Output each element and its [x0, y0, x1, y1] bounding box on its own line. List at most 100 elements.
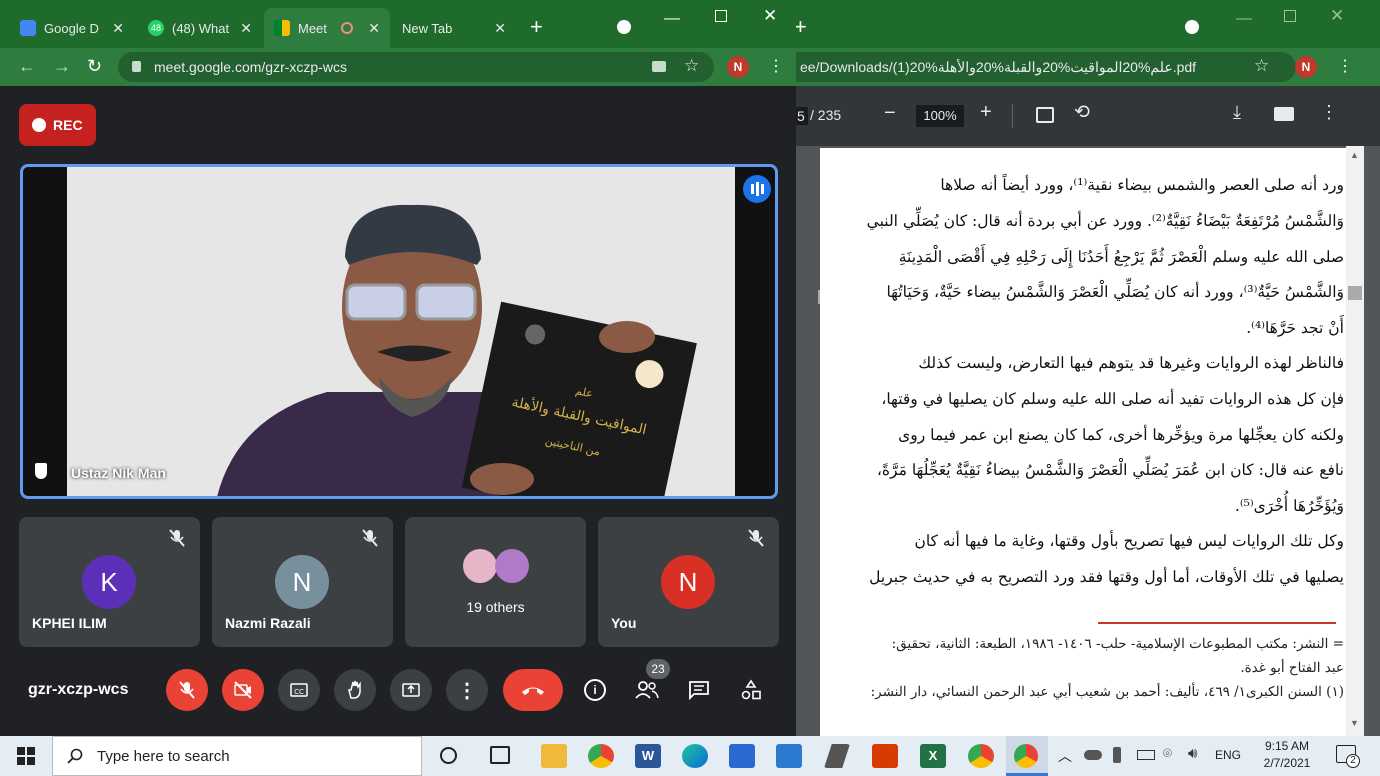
profile-avatar[interactable]: N — [727, 56, 749, 78]
chrome-active-taskbar-item[interactable] — [1006, 736, 1048, 776]
people-icon — [635, 681, 659, 699]
self-tile[interactable]: N You — [598, 517, 779, 647]
more-options-button[interactable]: ⋮ — [446, 669, 488, 711]
avatar-initial: N — [678, 566, 698, 597]
windows-start-icon[interactable] — [17, 747, 35, 765]
clock[interactable]: 9:15 AM 2/7/2021 — [1252, 738, 1322, 772]
close-icon[interactable]: ✕ — [112, 20, 124, 37]
tab-whatsapp[interactable]: 48 (48) What ✕ — [138, 8, 262, 48]
menu-kebab-icon[interactable]: ⋮ — [1337, 56, 1353, 76]
zoom-level[interactable]: 100% — [916, 105, 964, 127]
leave-call-button[interactable] — [503, 669, 563, 711]
url-bar[interactable]: meet.google.com/gzr-xczp-wcs ☆ — [118, 52, 714, 82]
text-line: وَيُؤَخِّرُهَا أُخْرَى⁽⁵⁾. — [1234, 497, 1344, 516]
scroll-up-icon[interactable]: ▲ — [1350, 150, 1359, 160]
close-icon[interactable]: ✕ — [494, 20, 506, 37]
store-icon[interactable] — [729, 744, 755, 768]
print-icon[interactable] — [1274, 107, 1294, 121]
mic-toggle-button[interactable] — [166, 669, 208, 711]
pin-icon[interactable] — [35, 463, 47, 479]
rotate-icon[interactable]: ⟲ — [1074, 101, 1090, 124]
menu-kebab-icon[interactable]: ⋮ — [768, 56, 784, 76]
camera-toggle-button[interactable] — [222, 669, 264, 711]
scroll-down-icon[interactable]: ▼ — [1350, 718, 1359, 728]
hand-icon — [348, 680, 361, 699]
address-bar-row: ← → ↻ meet.google.com/gzr-xczp-wcs ☆ N ⋮ — [0, 48, 796, 86]
zoom-out-icon[interactable]: − — [884, 102, 896, 125]
tab-new-tab[interactable]: New Tab ✕ — [392, 8, 516, 48]
pdf-page: ورد أنه صلى العصر والشمس بيضاء نقية⁽¹⁾، … — [820, 148, 1346, 736]
download-icon[interactable]: ⤓ — [1233, 102, 1241, 123]
vertical-scrollbar[interactable]: ▲ ▼ — [1346, 146, 1364, 736]
speaker-name: Ustaz Nik Man — [71, 465, 166, 481]
text-line: ورد أنه صلى العصر والشمس بيضاء نقية⁽¹⁾، … — [940, 176, 1344, 194]
participant-tile[interactable]: K KPHEI ILIM — [19, 517, 200, 647]
mail-icon[interactable] — [776, 744, 802, 768]
participant-tile[interactable]: N Nazmi Razali — [212, 517, 393, 647]
meeting-info-button[interactable]: i — [584, 679, 606, 701]
fit-page-icon[interactable] — [1036, 107, 1054, 123]
activities-button[interactable] — [740, 679, 762, 701]
new-tab-button[interactable]: + — [796, 14, 807, 40]
close-icon[interactable]: ✕ — [240, 20, 252, 37]
task-view-icon[interactable] — [490, 746, 510, 764]
file-explorer-icon[interactable] — [541, 744, 567, 768]
camera-icon[interactable] — [652, 61, 666, 72]
forward-icon[interactable]: → — [53, 56, 71, 77]
toolbar-divider — [1012, 104, 1013, 128]
close-window-button[interactable]: ✕ — [1330, 6, 1344, 26]
language-indicator[interactable]: ENG — [1215, 748, 1241, 762]
tab-search-icon[interactable] — [1185, 20, 1199, 34]
captions-button[interactable]: CC — [278, 669, 320, 711]
minimize-button[interactable]: — — [664, 10, 680, 28]
maximize-button[interactable] — [715, 10, 727, 22]
profile-avatar[interactable]: N — [1295, 56, 1317, 78]
docs-icon — [20, 20, 36, 36]
participant-name: Nazmi Razali — [225, 615, 311, 631]
tab-meet[interactable]: Meet ✕ — [264, 8, 390, 48]
new-tab-button[interactable]: + — [530, 14, 543, 40]
chrome-icon[interactable] — [588, 744, 614, 768]
text-line: فالناظر لهذه الروايات وغيرها قد يتوهم في… — [918, 354, 1344, 372]
cortana-icon[interactable] — [440, 747, 457, 764]
back-icon[interactable]: ← — [18, 56, 36, 77]
reload-icon[interactable]: ↻ — [87, 56, 102, 77]
chrome-icon[interactable] — [968, 744, 994, 768]
present-button[interactable] — [390, 669, 432, 711]
onedrive-icon[interactable] — [1084, 750, 1102, 760]
main-video-tile[interactable]: علم المواقيت والقبلة والأهلة من الناحيتي… — [20, 164, 778, 499]
raise-hand-button[interactable] — [334, 669, 376, 711]
maximize-button[interactable] — [1284, 10, 1296, 22]
more-vert-icon[interactable]: ⋮ — [1320, 102, 1338, 123]
recording-indicator-icon — [340, 22, 353, 34]
chat-button[interactable] — [688, 680, 710, 701]
bookmark-star-icon[interactable]: ☆ — [1254, 56, 1269, 76]
bookmark-star-icon[interactable]: ☆ — [684, 56, 699, 76]
activities-icon — [741, 679, 761, 700]
excel-icon[interactable]: X — [920, 744, 946, 768]
battery-icon[interactable] — [1137, 750, 1155, 760]
paragraph-2: فالناظر لهذه الروايات وغيرها قد يتوهم في… — [838, 346, 1344, 525]
zoom-in-icon[interactable]: + — [980, 101, 992, 124]
minimize-button[interactable]: — — [1236, 10, 1252, 28]
edge-icon[interactable] — [682, 744, 708, 768]
footnote-line: (١) السنن الكبرى١/ ٤٦٩، تأليف: أحمد بن ش… — [870, 684, 1344, 700]
app-icon[interactable] — [824, 744, 850, 768]
close-icon[interactable]: ✕ — [368, 20, 380, 37]
office-icon[interactable] — [872, 744, 898, 768]
people-button[interactable] — [634, 680, 660, 700]
page-input[interactable]: 5 — [796, 107, 808, 125]
others-tile[interactable]: 19 others — [405, 517, 586, 647]
network-icon[interactable]: ⌾ — [1163, 745, 1172, 762]
close-window-button[interactable]: ✕ — [763, 6, 777, 26]
volume-icon[interactable]: 🔊︎ — [1188, 745, 1197, 762]
word-icon[interactable]: W — [635, 744, 661, 768]
rec-button[interactable]: REC — [19, 104, 96, 146]
url-bar[interactable]: ee/Downloads/(1)20%علم%20المواقيت%20والق… — [796, 52, 1296, 82]
scrollbar-thumb[interactable] — [1348, 286, 1362, 300]
tab-google-docs[interactable]: Google D ✕ — [10, 8, 134, 48]
usb-icon[interactable] — [1113, 747, 1121, 763]
taskbar-search-box[interactable]: Type here to search — [52, 736, 422, 776]
show-hidden-icons[interactable]: ︿ — [1058, 746, 1072, 766]
tab-search-icon[interactable] — [617, 20, 631, 34]
